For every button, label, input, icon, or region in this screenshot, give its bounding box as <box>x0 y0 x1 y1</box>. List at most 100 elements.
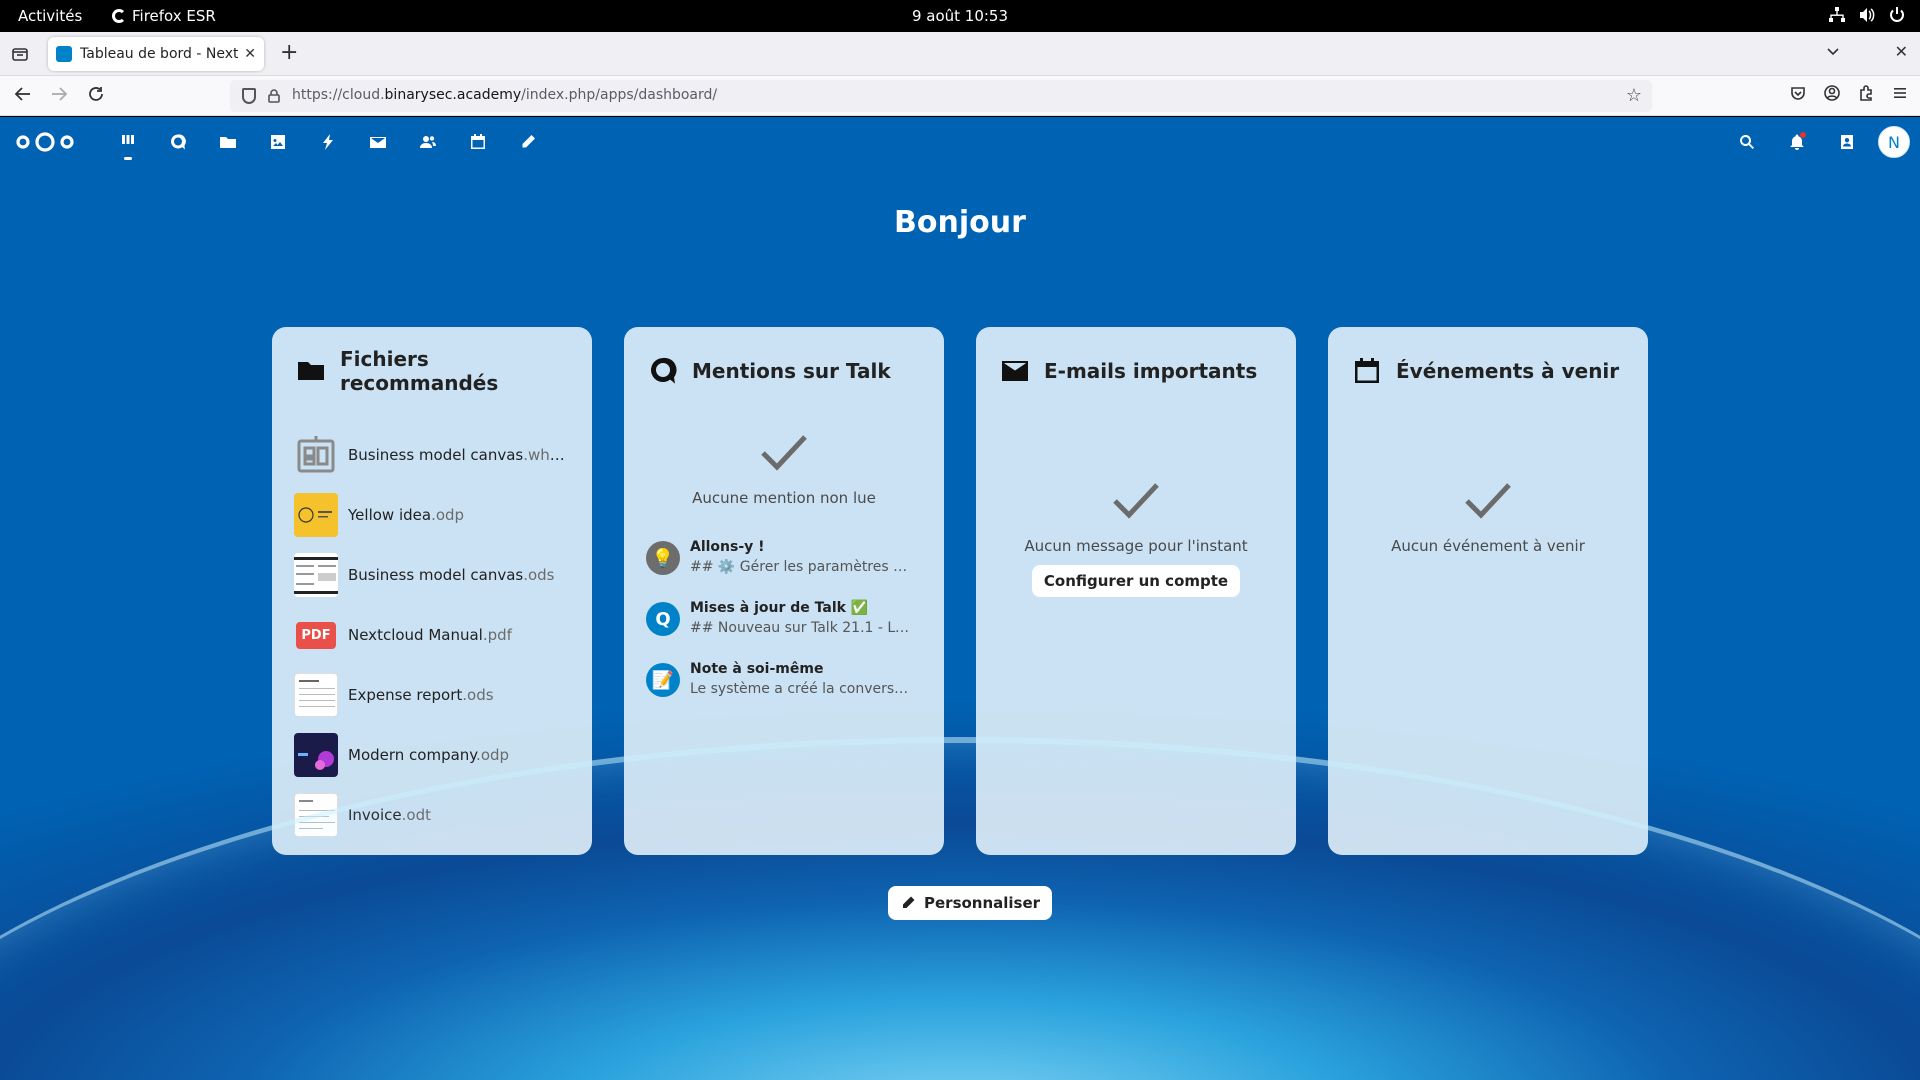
header-right: N <box>1722 117 1910 167</box>
customize-label: Personnaliser <box>924 894 1041 912</box>
talk-mentions-widget: Mentions sur Talk Aucune mention non lue… <box>624 327 944 855</box>
talk-icon[interactable] <box>153 117 203 167</box>
calendar-icon[interactable] <box>453 117 503 167</box>
spreadsheet-thumbnail <box>294 553 338 597</box>
file-name: Expense report.ods <box>348 686 494 704</box>
new-tab-button[interactable]: + <box>280 42 298 64</box>
lightbulb-icon: 💡 <box>646 541 680 575</box>
list-item[interactable]: Yellow idea.odp <box>294 485 568 545</box>
presentation-thumbnail <box>294 733 338 777</box>
conversation-title: Mises à jour de Talk ✅ <box>690 600 869 616</box>
list-item[interactable]: Business model canvas.ods <box>294 545 568 605</box>
configure-account-button[interactable]: Configurer un compte <box>1031 565 1241 597</box>
pocket-icon[interactable] <box>1790 85 1806 105</box>
page-title: Bonjour <box>894 205 1026 240</box>
firefox-view-icon[interactable] <box>10 44 30 64</box>
app-menu[interactable]: Firefox ESR <box>112 7 216 25</box>
window-close-icon[interactable]: ✕ <box>1895 42 1908 61</box>
back-icon[interactable] <box>14 85 32 108</box>
list-item[interactable]: Expense report.ods <box>294 665 568 725</box>
forward-icon[interactable] <box>50 85 68 108</box>
list-item[interactable]: 💡 Allons-y ! ## ⚙️ Gérer les paramètres d… <box>646 537 920 598</box>
file-name: Yellow idea.odp <box>348 506 465 524</box>
system-tray[interactable] <box>1828 6 1906 24</box>
url-bar[interactable]: https://cloud.binarysec.academy/index.ph… <box>230 80 1652 112</box>
list-item[interactable]: Business model canvas.whiteboard <box>294 425 568 485</box>
important-mail-widget: E-mails importants Aucun message pour l'… <box>976 327 1296 855</box>
list-item[interactable]: PDF Nextcloud Manual.pdf <box>294 605 568 665</box>
nextcloud-logo-icon[interactable] <box>14 131 76 153</box>
widget-title: Événements à venir <box>1396 359 1620 383</box>
app-menu-bar <box>103 117 553 167</box>
menu-icon[interactable] <box>1892 85 1908 105</box>
volume-icon <box>1858 6 1876 24</box>
activities-button[interactable]: Activités <box>18 7 82 25</box>
widget-header: E-mails importants <box>1000 351 1272 391</box>
bookmark-star-icon[interactable]: ☆ <box>1626 85 1642 106</box>
photos-icon[interactable] <box>253 117 303 167</box>
list-item[interactable]: Q Mises à jour de Talk ✅ ## Nouveau sur T… <box>646 598 920 659</box>
firefox-icon <box>112 9 126 23</box>
dashboard-icon[interactable] <box>103 117 153 167</box>
nextcloud-favicon-icon <box>56 46 72 62</box>
checkmark-icon <box>1000 473 1272 531</box>
tab-close-icon[interactable]: ✕ <box>244 46 256 62</box>
customize-button[interactable]: Personnaliser <box>888 886 1053 920</box>
checkmark-icon <box>648 425 920 483</box>
clock[interactable]: 9 août 10:53 <box>0 7 1920 25</box>
extensions-icon[interactable] <box>1858 85 1874 105</box>
pencil-icon <box>903 896 915 908</box>
reload-icon[interactable] <box>87 85 105 108</box>
widget-header: Fichiers recommandés <box>296 347 568 395</box>
note-icon: 📝 <box>646 663 680 697</box>
upcoming-events-widget: Événements à venir Aucun événement à ven… <box>1328 327 1648 855</box>
conversation-subtitle: ## Nouveau sur Talk 21.1 - Les conversat… <box>690 620 916 636</box>
url-host: binarysec.academy <box>384 87 522 103</box>
url-text[interactable]: https://cloud.binarysec.academy/index.ph… <box>292 87 717 103</box>
recommended-files-widget: Fichiers recommandés Business model canv… <box>272 327 592 855</box>
list-item[interactable]: Invoice.odt <box>294 785 568 845</box>
avatar[interactable]: N <box>1878 126 1910 158</box>
contacts-menu-icon[interactable] <box>1822 117 1872 167</box>
pdf-badge: PDF <box>296 621 336 649</box>
talk-icon <box>651 357 677 384</box>
file-name: Modern company.odp <box>348 746 510 764</box>
calendar-icon <box>1355 358 1379 383</box>
list-all-tabs-icon[interactable] <box>1826 44 1840 62</box>
files-icon[interactable] <box>203 117 253 167</box>
list-item[interactable]: Modern company.odp <box>294 725 568 785</box>
folder-icon <box>298 362 324 380</box>
list-item[interactable]: 📝 Note à soi-même Le système a créé la co… <box>646 659 920 720</box>
app-name: Firefox ESR <box>132 7 216 25</box>
lock-icon[interactable] <box>268 89 280 103</box>
activity-icon[interactable] <box>303 117 353 167</box>
document-thumbnail <box>294 793 338 837</box>
empty-message: Aucun événement à venir <box>1391 537 1585 555</box>
widget-title: Fichiers recommandés <box>340 347 499 395</box>
tab-title: Tableau de bord - Nextcloud <box>80 46 239 62</box>
account-icon[interactable] <box>1824 85 1840 105</box>
checkmark-icon <box>1352 473 1624 531</box>
widget-header: Mentions sur Talk <box>648 351 920 391</box>
url-path: /index.php/apps/dashboard/ <box>521 87 718 103</box>
url-scheme: https://cloud. <box>292 87 385 103</box>
tracking-protection-icon[interactable] <box>242 88 256 104</box>
mail-icon[interactable] <box>353 117 403 167</box>
conversation-title: Note à soi-même <box>690 661 824 677</box>
browser-nav-bar: https://cloud.binarysec.academy/index.ph… <box>0 76 1920 116</box>
spreadsheet-thumbnail <box>294 673 338 717</box>
conversation-subtitle: Le système a créé la conversation <box>690 681 916 697</box>
browser-tab-bar: Tableau de bord - Nextcloud ✕ + ✕ <box>0 32 1920 76</box>
contacts-icon[interactable] <box>403 117 453 167</box>
system-top-bar: Activités Firefox ESR 9 août 10:53 <box>0 0 1920 32</box>
power-icon <box>1888 6 1906 24</box>
search-icon[interactable] <box>1722 117 1772 167</box>
notification-badge <box>1800 132 1806 138</box>
notifications-icon[interactable] <box>1772 117 1822 167</box>
whiteboard-file-icon <box>294 433 338 477</box>
nextcloud-page: N Bonjour Fichiers recommandés Business … <box>0 117 1920 1080</box>
notes-icon[interactable] <box>503 117 553 167</box>
file-name: Business model canvas.whiteboard <box>348 446 568 464</box>
mail-icon <box>1002 361 1028 381</box>
active-tab[interactable]: Tableau de bord - Nextcloud ✕ <box>48 37 264 71</box>
